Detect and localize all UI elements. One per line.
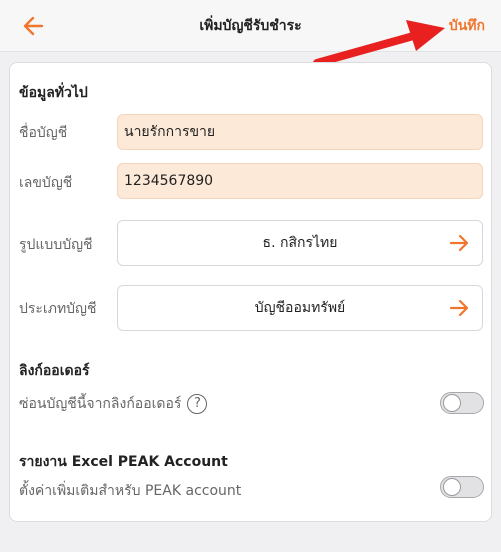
- page-title: เพิ่มบัญชีรับชำระ: [199, 18, 302, 34]
- peak-settings-toggle[interactable]: [440, 476, 484, 498]
- account-name-input[interactable]: [117, 114, 483, 150]
- arrow-right-icon: [449, 299, 469, 317]
- peak-settings-label: ตั้งค่าเพิ่มเติมสำหรับ PEAK account: [19, 483, 242, 499]
- hide-account-label: ซ่อนบัญชีนี้จากลิงก์ออเดอร์?: [19, 393, 208, 415]
- account-format-value: ธ. กสิกรไทย: [262, 235, 338, 251]
- hide-account-text: ซ่อนบัญชีนี้จากลิงก์ออเดอร์: [19, 396, 182, 412]
- hide-account-toggle[interactable]: [440, 392, 484, 414]
- account-name-label: ชื่อบัญชี: [19, 125, 68, 141]
- arrow-right-icon: [449, 234, 469, 252]
- order-link-section-title: ลิงก์ออเดอร์: [19, 363, 90, 379]
- help-icon[interactable]: ?: [187, 394, 208, 414]
- general-section-title: ข้อมูลทั่วไป: [19, 85, 88, 101]
- account-number-input[interactable]: [117, 163, 483, 199]
- account-format-label: รูปแบบบัญชี: [19, 237, 93, 253]
- save-button[interactable]: บันทึก: [449, 0, 485, 52]
- toggle-knob: [443, 394, 461, 412]
- top-bar: เพิ่มบัญชีรับชำระ บันทึก: [0, 0, 501, 52]
- account-type-value: บัญชีออมทรัพย์: [254, 300, 346, 316]
- excel-report-section-title: รายงาน Excel PEAK Account: [19, 454, 228, 470]
- account-type-select[interactable]: บัญชีออมทรัพย์: [117, 285, 483, 331]
- account-type-label: ประเภทบัญชี: [19, 301, 97, 317]
- toggle-knob: [443, 478, 461, 496]
- account-number-label: เลขบัญชี: [19, 175, 73, 191]
- account-format-select[interactable]: ธ. กสิกรไทย: [117, 220, 483, 266]
- account-form-card: ข้อมูลทั่วไป ชื่อบัญชี เลขบัญชี รูปแบบบั…: [9, 62, 492, 522]
